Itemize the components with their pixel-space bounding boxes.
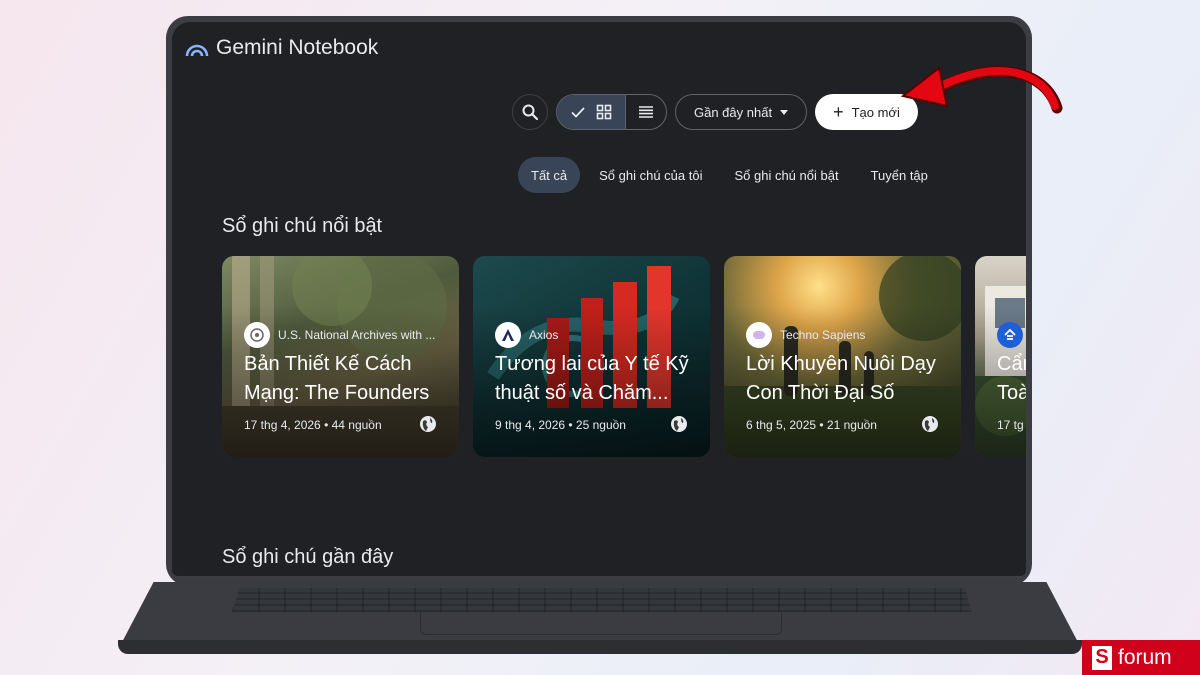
grid-view-button[interactable] (557, 95, 625, 129)
filter-my-notebooks[interactable]: Sổ ghi chú của tôi (586, 157, 715, 193)
globe-icon (671, 416, 687, 432)
card-title: Tương lai của Y tế Kỹ thuật số và Chăm..… (495, 353, 689, 404)
card-meta: 6 thg 5, 2025 • 21 nguồn (746, 418, 877, 432)
card-title: Cẩm Toà (997, 353, 1026, 404)
card-source: Axios (495, 322, 558, 348)
filter-collections[interactable]: Tuyển tập (858, 157, 941, 193)
globe-icon (420, 416, 436, 432)
source-logo-icon (746, 322, 772, 348)
sforum-watermark: S forum (1082, 640, 1200, 675)
card-meta: 9 thg 4, 2026 • 25 nguồn (495, 418, 626, 432)
search-icon (522, 104, 539, 121)
chevron-down-icon (780, 109, 789, 115)
card-source-label: Axios (529, 328, 559, 342)
source-logo-icon (495, 322, 521, 348)
filter-featured[interactable]: Sổ ghi chú nổi bật (721, 157, 851, 193)
notebook-card[interactable]: Axios Tương lai của Y tế Kỹ thuật số và … (473, 256, 710, 457)
source-logo-icon (997, 322, 1023, 348)
card-source: Techno Sapiens (746, 322, 865, 348)
notebook-card[interactable]: Cẩm Toà 17 tg (975, 256, 1026, 457)
featured-section-title: Sổ ghi chú nổi bật (222, 215, 383, 237)
watermark-text: forum (1118, 645, 1172, 669)
filter-chips: Tất cả Sổ ghi chú của tôi Sổ ghi chú nổi… (518, 157, 941, 193)
source-logo-icon (244, 322, 270, 348)
notebook-card[interactable]: U.S. National Archives with ... Bản Thiế… (222, 256, 459, 457)
recent-section-title: Sổ ghi chú gần đây (222, 546, 394, 568)
check-icon (571, 107, 585, 118)
featured-cards: U.S. National Archives with ... Bản Thiế… (222, 256, 1026, 457)
toolbar: Gần đây nhất + Tạo mới (512, 94, 918, 130)
card-title: Bản Thiết Kế Cách Mạng: The Founders (244, 353, 430, 404)
laptop-base-front (118, 640, 1082, 654)
card-source (997, 322, 1023, 348)
search-button[interactable] (512, 94, 548, 130)
card-meta: 17 thg 4, 2026 • 44 nguồn (244, 418, 382, 432)
plus-icon: + (833, 102, 844, 122)
grid-icon (596, 104, 612, 120)
create-label: Tạo mới (851, 104, 900, 120)
list-view-button[interactable] (625, 95, 666, 129)
globe-icon (922, 416, 938, 432)
filter-all[interactable]: Tất cả (518, 157, 581, 193)
red-arrow-annotation (900, 66, 1063, 114)
card-source-label: Techno Sapiens (780, 328, 866, 342)
notebook-card[interactable]: Techno Sapiens Lời Khuyên Nuôi Dạy Con T… (724, 256, 961, 457)
app-header: Gemini Notebook (184, 36, 378, 60)
card-meta: 17 tg (997, 418, 1024, 432)
card-source: U.S. National Archives with ... (244, 322, 435, 348)
card-source-label: U.S. National Archives with ... (278, 328, 436, 342)
sort-dropdown[interactable]: Gần đây nhất (675, 94, 808, 130)
sort-label: Gần đây nhất (694, 104, 773, 120)
list-icon (639, 106, 653, 118)
app-title: Gemini Notebook (216, 36, 379, 59)
laptop-trackpad (420, 612, 782, 635)
laptop-keyboard (232, 588, 972, 612)
view-toggle (556, 94, 667, 130)
card-title: Lời Khuyên Nuôi Dạy Con Thời Đại Số (746, 353, 936, 404)
notebook-logo-icon (185, 44, 209, 57)
sforum-logo-icon: S (1092, 645, 1112, 670)
